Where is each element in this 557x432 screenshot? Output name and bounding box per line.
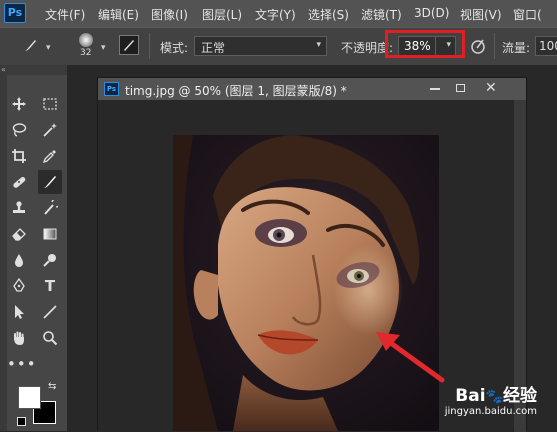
menu-layer[interactable]: 图层(L) — [202, 6, 242, 23]
mode-value: 正常 — [201, 41, 226, 55]
menu-view[interactable]: 视图(V) — [460, 6, 502, 23]
menu-type[interactable]: 文字(Y) — [255, 6, 296, 23]
brush-panel-toggle-icon[interactable] — [119, 35, 139, 55]
magic-wand-tool-icon[interactable] — [38, 118, 62, 142]
watermark-brand: Bai — [455, 386, 486, 406]
watermark-brand2: 经验 — [503, 386, 537, 406]
panel-edge: « — [0, 65, 7, 431]
menu-bar: Ps 文件(F) 编辑(E) 图像(I) 图层(L) 文字(Y) 选择(S) 滤… — [0, 0, 557, 27]
history-brush-tool-icon[interactable] — [38, 196, 62, 220]
menu-file[interactable]: 文件(F) — [45, 6, 85, 23]
move-tool-icon[interactable] — [7, 92, 31, 116]
mode-label: 模式: — [160, 41, 189, 55]
flow-input[interactable]: 100 — [535, 36, 557, 56]
brush-size-value: 32 — [80, 48, 92, 58]
document-ps-icon: Ps — [104, 82, 119, 96]
more-tools-icon[interactable]: ••• — [7, 352, 36, 376]
pressure-opacity-icon[interactable] — [469, 37, 487, 55]
menu-edit[interactable]: 编辑(E) — [98, 6, 139, 23]
brush-size-chevron-icon[interactable]: ▾ — [101, 43, 106, 53]
eraser-tool-icon[interactable] — [7, 222, 31, 246]
options-divider — [149, 33, 150, 59]
opacity-highlight-box — [385, 30, 465, 58]
path-selection-tool-icon[interactable] — [7, 300, 31, 324]
menu-3d[interactable]: 3D(D) — [414, 6, 449, 20]
clone-stamp-tool-icon[interactable] — [7, 196, 31, 220]
watermark-url: jingyan.baidu.com — [444, 406, 537, 417]
canvas-photo[interactable] — [173, 135, 439, 431]
menu-window[interactable]: 窗口( — [513, 6, 542, 23]
document-titlebar[interactable]: Ps timg.jpg @ 50% (图层 1, 图层蒙版/8) * ✕ — [98, 78, 526, 100]
mode-select[interactable]: 正常 ▾ — [194, 36, 327, 56]
flow-value: 100 — [539, 39, 557, 53]
crop-tool-icon[interactable] — [7, 144, 31, 168]
foreground-color-swatch[interactable] — [18, 386, 41, 409]
collapse-icon[interactable]: « — [1, 65, 6, 74]
hand-tool-icon[interactable] — [7, 326, 31, 350]
menu-filter[interactable]: 滤镜(T) — [361, 6, 402, 23]
lasso-tool-icon[interactable] — [7, 118, 31, 142]
watermark-logo: Bai🐾经验 — [445, 381, 537, 406]
brush-preset-icon[interactable] — [18, 34, 42, 58]
document-title: timg.jpg @ 50% (图层 1, 图层蒙版/8) * — [125, 84, 347, 98]
brush-preset-chevron-icon[interactable]: ▾ — [46, 43, 51, 53]
options-divider — [494, 33, 495, 59]
annotation-arrow — [376, 332, 445, 383]
menu-image[interactable]: 图像(I) — [151, 6, 188, 23]
swap-colors-icon[interactable]: ⇆ — [48, 381, 56, 392]
default-colors-icon[interactable] — [17, 417, 26, 426]
minimize-icon[interactable] — [430, 88, 440, 90]
pen-tool-icon[interactable] — [7, 274, 31, 298]
photoshop-logo: Ps — [4, 3, 26, 23]
brush-tip-preview[interactable] — [75, 33, 97, 49]
brush-tool-icon[interactable] — [38, 170, 62, 194]
menu-select[interactable]: 选择(S) — [308, 6, 349, 23]
marquee-tool-icon[interactable] — [38, 92, 62, 116]
watermark: Bai🐾经验 jingyan.baidu.com — [445, 381, 537, 417]
healing-brush-tool-icon[interactable] — [7, 170, 31, 194]
type-tool-icon[interactable]: T — [38, 274, 62, 298]
paw-icon: 🐾 — [485, 389, 503, 405]
blur-tool-icon[interactable] — [7, 248, 31, 272]
tools-panel-header — [7, 65, 67, 75]
gradient-tool-icon[interactable] — [38, 222, 62, 246]
dodge-tool-icon[interactable] — [38, 248, 62, 272]
maximize-icon[interactable] — [456, 84, 465, 92]
eyedropper-tool-icon[interactable] — [38, 144, 62, 168]
line-tool-icon[interactable] — [38, 300, 62, 324]
flow-label: 流量: — [502, 41, 531, 55]
chevron-down-icon: ▾ — [316, 40, 321, 50]
close-icon[interactable]: ✕ — [485, 80, 497, 96]
zoom-tool-icon[interactable] — [38, 326, 62, 350]
